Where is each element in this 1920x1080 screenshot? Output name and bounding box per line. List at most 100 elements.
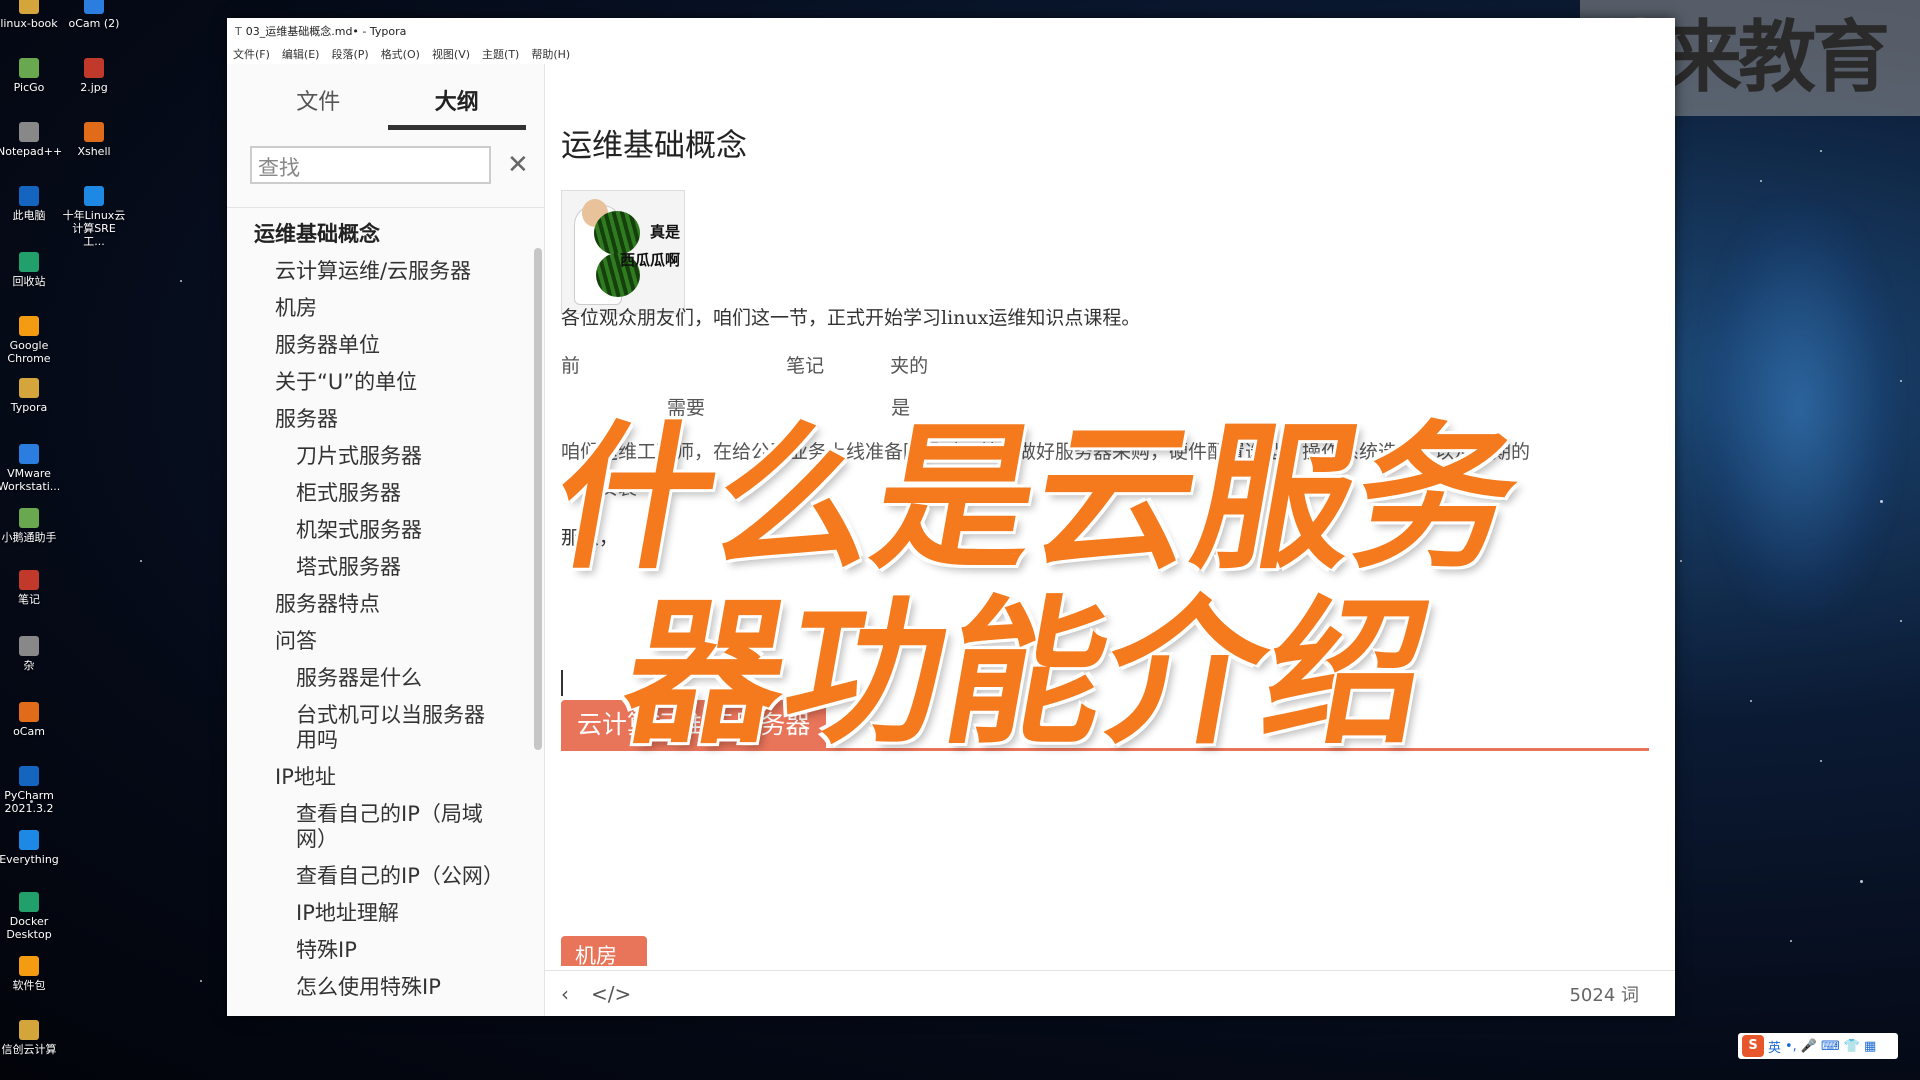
sidebar: 文件 大纲 查找 ✕ 运维基础概念 云计算运维/云服务器 机房 服务器单位 关于“U”的… [227,64,545,1016]
folder-icon [19,636,39,656]
desktop-icon-label: oCam (2) [68,17,120,30]
menu-file[interactable]: 文件(F) [233,46,270,62]
desktop-icon[interactable]: 信创云计算 [0,1020,61,1056]
desktop-icon[interactable]: 小鹅通助手 [0,508,61,544]
star [1760,180,1762,182]
outline-item[interactable]: 查看自己的IP（公网） [227,864,544,901]
desktop-icon[interactable]: 软件包 [0,956,61,992]
desktop-icon[interactable]: 杂 [0,636,61,672]
outline-item[interactable]: 服务器单位 [227,333,544,370]
menu-edit[interactable]: 编辑(E) [282,46,320,62]
microphone-icon[interactable]: 🎤 [1801,1039,1817,1054]
close-icon[interactable]: ✕ [507,152,529,178]
menu-format[interactable]: 格式(O) [381,46,420,62]
docker-icon [19,892,39,912]
menu-paragraph[interactable]: 段落(P) [331,46,368,62]
outline-item[interactable]: 服务器特点 [227,592,544,629]
word-count[interactable]: 5024 词 [1569,981,1639,1007]
folder-icon [84,186,104,206]
star [1900,620,1902,622]
star [180,280,182,282]
desktop-icon[interactable]: 笔记 [0,570,61,606]
sidebar-tabs: 文件 大纲 [227,64,544,130]
menu-view[interactable]: 视图(V) [432,46,470,62]
desktop-icon[interactable]: Everything [0,830,61,866]
desktop-icon[interactable]: linux-book [0,0,61,30]
desktop-icon[interactable]: 2.jpg [62,58,126,94]
desktop-icon[interactable]: oCam [0,702,61,738]
desktop-icon[interactable]: oCam (2) [62,0,126,30]
outline-item[interactable]: 运维基础概念 [227,222,544,259]
desktop-icon[interactable]: 回收站 [0,252,61,288]
desktop-icon-label: PyCharm 2021.3.2 [4,789,54,815]
outline-scrollbar[interactable] [532,240,544,1016]
tab-outline[interactable]: 大纲 [387,64,526,130]
xshell-icon [84,122,104,142]
folder-icon [19,0,39,14]
outline-item[interactable]: 问答 [227,629,544,666]
scrollbar-thumb[interactable] [534,248,542,750]
ime-toolbar[interactable]: S 英 •, 🎤 ⌨ 👕 ▦ [1738,1033,1898,1059]
desktop-icon[interactable]: Xshell [62,122,126,158]
desktop-icon[interactable]: Google Chrome [0,316,61,365]
star [1880,500,1883,503]
desktop-icon[interactable]: VMware Workstati... [0,444,61,493]
desktop-icon-label: PicGo [13,81,45,94]
desktop-icon[interactable]: Typora [0,378,61,414]
outline-item[interactable]: 柜式服务器 [227,481,544,518]
desktop-icon[interactable]: Notepad++ [0,122,63,158]
sogou-logo-icon: S [1742,1035,1764,1057]
desktop-icon[interactable]: PyCharm 2021.3.2 [0,766,61,815]
desktop-icon-label: Docker Desktop [6,915,52,941]
desktop-icon[interactable]: PicGo [0,58,61,94]
outline-item[interactable]: IP地址理解 [227,901,544,938]
folder-icon [19,956,39,976]
folder-icon [19,1020,39,1040]
desktop-icon[interactable]: 此电脑 [0,186,61,222]
vmware-icon [19,444,39,464]
punctuation-icon[interactable]: •, [1785,1039,1797,1054]
typora-icon [19,378,39,398]
outline-item[interactable]: 查看自己的IP（局域网） [227,802,544,864]
outline-item[interactable]: 机房 [227,296,544,333]
menu-theme[interactable]: 主题(T) [482,46,519,62]
desktop-icon-label: 软件包 [12,979,46,992]
star [1820,760,1822,762]
outline-item[interactable]: 特殊IP [227,938,544,975]
outline-search-input[interactable]: 查找 [250,146,491,184]
outline-item[interactable]: IP地址 [227,765,544,802]
desktop-icon-label: Notepad++ [0,145,63,158]
star [1750,700,1752,702]
desktop-icon[interactable]: Docker Desktop [0,892,61,941]
title-bar[interactable]: T 03_运维基础概念.md• - Typora [227,18,1675,44]
chevron-left-icon[interactable]: ‹ [561,982,569,1006]
desktop-icon[interactable]: 十年Linux云计算SRE工... [62,186,126,248]
chrome-icon [19,316,39,336]
image-icon [84,58,104,78]
keyboard-icon[interactable]: ⌨ [1821,1039,1840,1054]
outline-item[interactable]: 服务器 [227,407,544,444]
tab-files[interactable]: 文件 [249,64,388,130]
outline-item[interactable]: 台式机可以当服务器用吗 [227,703,544,765]
menu-help[interactable]: 帮助(H) [531,46,570,62]
desktop-icon-label: 此电脑 [12,209,46,222]
ime-language[interactable]: 英 [1768,1037,1781,1056]
outline-item[interactable]: 云计算运维/云服务器 [227,259,544,296]
outline-item[interactable]: 机架式服务器 [227,518,544,555]
toolbox-icon[interactable]: ▦ [1864,1039,1876,1054]
computer-icon [19,186,39,206]
text-cursor [561,670,563,696]
skin-icon[interactable]: 👕 [1844,1039,1860,1054]
source-code-icon[interactable]: </> [591,982,631,1006]
meme-image: 真是 西瓜瓜啊 [561,190,685,314]
meme-caption: 西瓜瓜啊 [619,251,680,269]
outline-search-row: 查找 ✕ [227,130,544,184]
meme-caption: 真是 [649,223,680,241]
outline-item[interactable]: 服务器是什么 [227,666,544,703]
recycle-bin-icon [19,252,39,272]
outline-item[interactable]: 塔式服务器 [227,555,544,592]
outline-item[interactable]: 怎么使用特殊IP [227,975,544,1012]
outline-item[interactable]: 关于“U”的单位 [227,370,544,407]
outline-item[interactable]: 刀片式服务器 [227,444,544,481]
desktop-icon-label: 杂 [23,659,35,672]
